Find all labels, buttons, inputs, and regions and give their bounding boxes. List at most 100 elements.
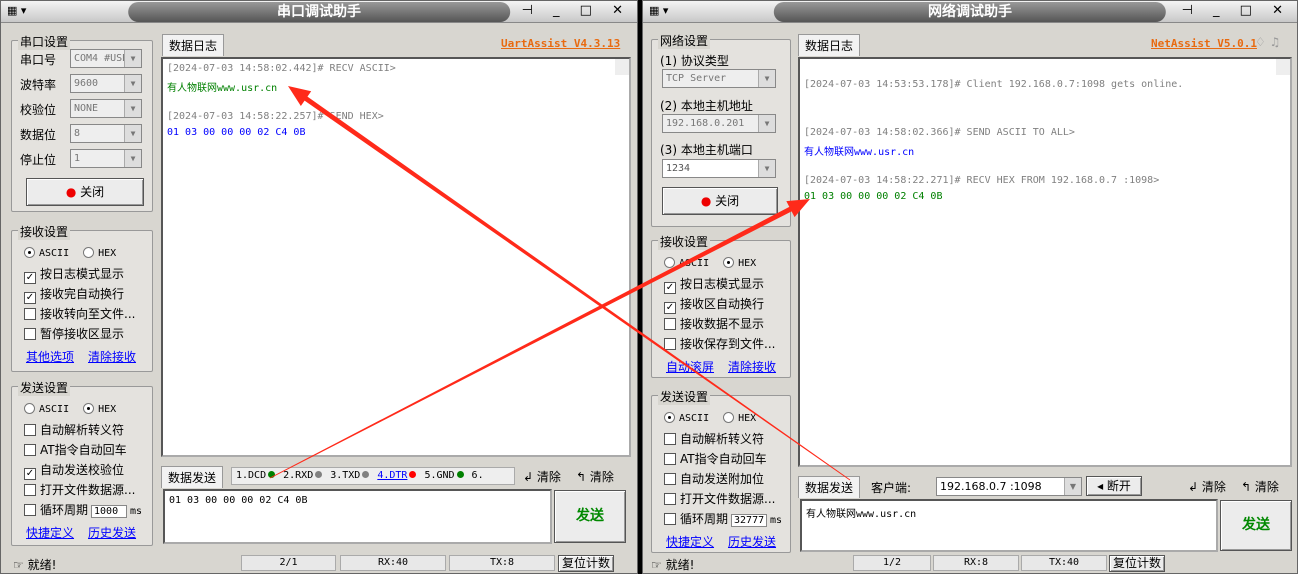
radio-ascii[interactable]: ASCII [24, 245, 69, 259]
window-title: 串口调试助手 [128, 2, 510, 22]
option-link[interactable]: 快捷定义 [666, 533, 714, 550]
option-checkbox[interactable]: ✓ 按日志模式显示 [664, 275, 764, 294]
field-select[interactable]: 9600 [70, 74, 142, 93]
scrollbar[interactable] [615, 59, 629, 75]
host-select[interactable]: 192.168.0.201 [662, 114, 776, 133]
scrollbar[interactable] [1276, 59, 1290, 75]
reset-count-button[interactable]: 复位计数 [558, 555, 614, 572]
option-checkbox[interactable]: ✓ 按日志模式显示 [24, 265, 124, 284]
signal-indicator: 2.RXD [283, 470, 330, 481]
tab-data-log[interactable]: 数据日志 [798, 34, 861, 56]
radio-ascii[interactable]: ASCII [664, 410, 709, 424]
log-line: [2024-07-03 14:58:02.366]# SEND ASCII TO… [804, 127, 1075, 138]
send-settings-group: 发送设置 ASCII HEX 自动解析转义符 AT指令自动回车 自动发送附加位 打开文件数据… [651, 388, 791, 553]
option-label: 自动解析转义符 [40, 423, 125, 437]
window-controls[interactable]: ⊣ _ □ ✕ [1182, 3, 1291, 18]
close-port-button[interactable]: ● 关闭 [26, 178, 144, 206]
field-select[interactable]: NONE [70, 99, 142, 118]
option-checkbox[interactable]: 接收数据不显示 [664, 315, 764, 332]
status-bar: ☞ 就绪! 2/1 RX:40 TX:8 复位计数 [1, 553, 637, 573]
tab-data-send[interactable]: 数据发送 [161, 466, 224, 488]
checkbox-icon [24, 328, 36, 340]
receive-settings-group: 接收设置 ASCII HEX ✓ 按日志模式显示 ✓ 接收完自动换行 接收转向至文件... 暂停… [11, 223, 153, 372]
option-link[interactable]: 清除接收 [88, 348, 136, 365]
checkbox-icon[interactable] [664, 513, 676, 525]
port-input[interactable]: 1234 [662, 159, 776, 178]
log-line: [2024-07-03 14:58:02.442]# RECV ASCII> [167, 63, 396, 74]
radio-ascii[interactable]: ASCII [24, 401, 69, 415]
receive-log[interactable]: [2024-07-03 14:58:02.442]# RECV ASCII> 有人… [161, 57, 631, 457]
signal-label: 1.DCD [236, 470, 267, 481]
counter: 2/1 [241, 555, 336, 571]
option-label: 自动发送附加位 [680, 472, 765, 486]
option-checkbox[interactable]: ✓ 接收完自动换行 [24, 285, 124, 304]
option-checkbox[interactable]: 暂停接收区显示 [24, 325, 124, 342]
radio-ascii[interactable]: ASCII [664, 255, 709, 269]
field-select[interactable]: COM4 #USB [70, 49, 142, 68]
status-text: ☞ 就绪! [651, 558, 695, 572]
option-checkbox[interactable]: 打开文件数据源... [24, 481, 135, 498]
client-select[interactable]: 192.168.0.7 :1098 [936, 477, 1082, 496]
signal-label: 5.GND [424, 470, 455, 481]
option-checkbox[interactable]: AT指令自动回车 [24, 441, 127, 458]
clear-button[interactable]: ↲ 清除 [1188, 478, 1226, 495]
toolbar-icons[interactable]: ♢ ♫ [1255, 35, 1280, 49]
protocol-select[interactable]: TCP Server [662, 69, 776, 88]
system-menu-icon[interactable]: ▦ ▾ [649, 4, 668, 17]
send-button[interactable]: 发送 [554, 490, 626, 543]
clear-button[interactable]: ↰ 清除 [1241, 478, 1279, 495]
tab-data-send[interactable]: 数据发送 [798, 476, 861, 498]
send-input[interactable]: 有人物联网www.usr.cn [800, 499, 1218, 552]
radio-hex[interactable]: HEX [83, 401, 116, 415]
signal-label: 2.RXD [283, 470, 314, 481]
option-checkbox[interactable]: ✓ 接收区自动换行 [664, 295, 764, 314]
loop-period-input[interactable]: 32777 [731, 514, 768, 527]
option-link[interactable]: 其他选项 [26, 348, 74, 365]
checkbox-icon [664, 473, 676, 485]
field-select[interactable]: 8 [70, 124, 142, 143]
disconnect-button[interactable]: ◂ 断开 [1086, 476, 1142, 496]
loop-period-input[interactable]: 1000 [91, 505, 128, 518]
radio-hex[interactable]: HEX [83, 245, 116, 259]
option-checkbox[interactable]: 接收保存到文件... [664, 335, 775, 352]
mode-radio-group: ASCII HEX [664, 410, 770, 424]
option-label: 按日志模式显示 [40, 267, 125, 281]
loop-unit: ms [130, 506, 143, 517]
option-link[interactable]: 清除接收 [728, 358, 776, 375]
clear-button[interactable]: ↰ 清除 [576, 468, 614, 485]
option-checkbox[interactable]: 自动解析转义符 [24, 421, 124, 438]
option-checkbox[interactable]: AT指令自动回车 [664, 450, 767, 467]
net-assist-window: ▦ ▾ 网络调试助手 ⊣ _ □ ✕ 网络设置 (1) 协议类型 TCP Ser… [642, 0, 1298, 574]
signal-lines: 1.DCD 2.RXD 3.TXD 4.DTR 5.GND 6. [231, 467, 515, 485]
field-label: 数据位 [20, 128, 57, 142]
option-checkbox[interactable]: 接收转向至文件... [24, 305, 135, 322]
radio-hex[interactable]: HEX [723, 410, 756, 424]
clear-button[interactable]: ↲ 清除 [523, 468, 561, 485]
tab-data-log[interactable]: 数据日志 [162, 34, 225, 56]
option-link[interactable]: 历史发送 [88, 524, 136, 541]
option-checkbox[interactable]: 打开文件数据源... [664, 490, 775, 507]
version-link[interactable]: NetAssist V5.0.1 [1151, 37, 1257, 50]
reset-count-button[interactable]: 复位计数 [1109, 555, 1165, 572]
option-link[interactable]: 自动滚屏 [666, 358, 714, 375]
close-button[interactable]: ● 关闭 [662, 187, 778, 215]
checkbox-icon[interactable] [24, 504, 36, 516]
window-controls[interactable]: ⊣ _ □ ✕ [522, 3, 631, 18]
option-link[interactable]: 快捷定义 [26, 524, 74, 541]
field-label: 校验位 [20, 103, 57, 117]
mode-radio-group: ASCII HEX [664, 255, 770, 269]
version-link[interactable]: UartAssist V4.3.13 [501, 37, 620, 50]
system-menu-icon[interactable]: ▦ ▾ [7, 4, 26, 17]
option-link[interactable]: 历史发送 [728, 533, 776, 550]
signal-indicator[interactable]: 4.DTR [377, 470, 424, 481]
option-checkbox[interactable]: 自动解析转义符 [664, 430, 764, 447]
receive-log[interactable]: [2024-07-03 14:53:53.178]# Client 192.16… [798, 57, 1292, 467]
serial-settings-group: 串口设置 串口号COM4 #USB波特率9600校验位NONE数据位8停止位1 … [11, 33, 153, 212]
field-select[interactable]: 1 [70, 149, 142, 168]
checkbox-icon [664, 338, 676, 350]
option-checkbox[interactable]: 自动发送附加位 [664, 470, 764, 487]
option-checkbox[interactable]: ✓ 自动发送校验位 [24, 461, 124, 480]
send-button[interactable]: 发送 [1220, 500, 1292, 551]
send-input[interactable]: 01 03 00 00 00 02 C4 0B [163, 489, 552, 544]
radio-hex[interactable]: HEX [723, 255, 756, 269]
